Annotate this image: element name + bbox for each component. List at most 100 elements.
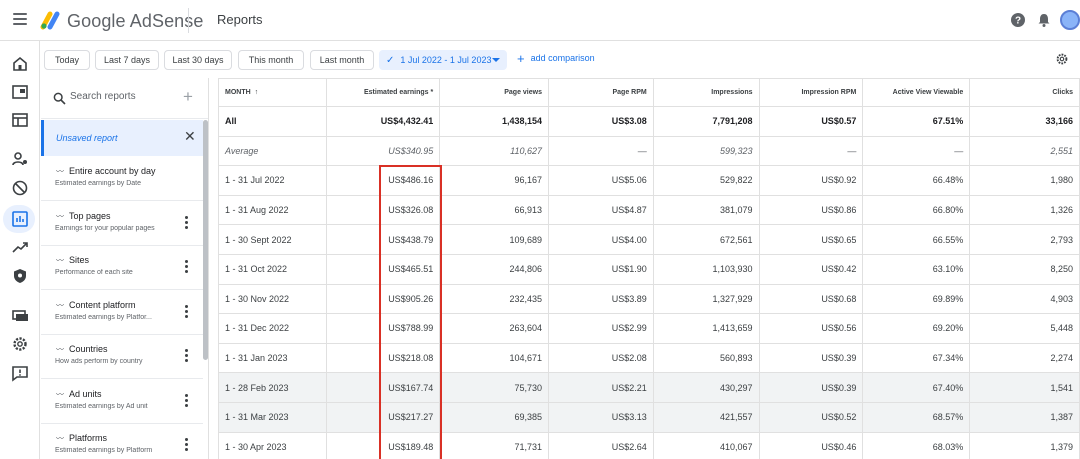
notifications-bell-icon[interactable]: [1036, 12, 1052, 28]
help-icon[interactable]: ?: [1010, 12, 1026, 28]
menu-icon[interactable]: [13, 13, 27, 25]
table-cell: US$189.48: [326, 432, 441, 459]
column-header-impression-rpm[interactable]: Impression RPM: [759, 78, 864, 107]
more-options-icon[interactable]: [185, 349, 189, 363]
table-cell: US$438.79: [326, 224, 441, 255]
report-item-top-pages[interactable]: 〰 Top pages Earnings for your popular pa…: [41, 202, 203, 246]
table-cell: 1 - 31 Mar 2023: [219, 402, 328, 433]
panel-scrollbar[interactable]: [203, 120, 208, 360]
table-cell: US$0.42: [759, 254, 864, 285]
column-header-estimated-earnings[interactable]: Estimated earnings *: [326, 78, 441, 107]
sites-icon[interactable]: [10, 110, 30, 130]
payments-icon[interactable]: [10, 305, 30, 325]
table-cell: 66.55%: [862, 224, 971, 255]
report-item-platforms[interactable]: 〰 Platforms Estimated earnings by Platfo…: [41, 424, 203, 459]
table-row[interactable]: 1 - 30 Apr 2023 US$189.48 71,731 US$2.64 410…: [219, 432, 1080, 459]
report-title: Countries: [69, 344, 108, 354]
add-comparison-label: add comparison: [530, 53, 595, 63]
policy-shield-icon[interactable]: [10, 266, 30, 286]
reports-icon[interactable]: [10, 209, 30, 229]
table-cell: 529,822: [653, 165, 760, 196]
column-header-page-rpm[interactable]: Page RPM: [548, 78, 654, 107]
table-cell: 1,387: [969, 402, 1080, 433]
report-item-countries[interactable]: 〰 Countries How ads perform by country: [41, 335, 203, 379]
report-item-sites[interactable]: 〰 Sites Performance of each site: [41, 246, 203, 290]
chip-this-month[interactable]: This month: [238, 50, 304, 70]
trend-icon: 〰: [56, 434, 64, 443]
table-cell: 4,903: [969, 284, 1080, 315]
trend-icon: 〰: [56, 256, 64, 265]
search-icon: [53, 92, 66, 105]
table-settings-gear-icon[interactable]: [1054, 51, 1070, 67]
table-cell: US$0.39: [759, 343, 864, 374]
report-subtitle: Earnings for your popular pages: [55, 225, 155, 232]
table-cell: 96,167: [439, 165, 549, 196]
table-row[interactable]: 1 - 30 Sept 2022 US$438.79 109,689 US$4.00 6…: [219, 224, 1080, 255]
more-options-icon[interactable]: [185, 305, 189, 319]
report-table-container: MONTH ↑ Estimated earnings * Page views P…: [218, 78, 1080, 459]
report-item-ad-units[interactable]: 〰 Ad units Estimated earnings by Ad unit: [41, 380, 203, 424]
feedback-icon[interactable]: [10, 363, 30, 383]
table-row[interactable]: 1 - 30 Nov 2022 US$905.26 232,435 US$3.89 1,…: [219, 284, 1080, 315]
optimization-trend-icon[interactable]: [10, 237, 30, 257]
table-cell: 68.57%: [862, 402, 971, 433]
trend-icon: 〰: [56, 345, 64, 354]
table-cell: 66.48%: [862, 165, 971, 196]
table-row[interactable]: 1 - 31 Mar 2023 US$217.27 69,385 US$3.13 421…: [219, 402, 1080, 433]
table-cell: US$340.95: [326, 136, 441, 167]
navigation-rail: [0, 41, 40, 459]
column-header-month[interactable]: MONTH ↑: [219, 78, 328, 107]
table-cell: All: [219, 106, 328, 137]
table-row[interactable]: 1 - 31 Jan 2023 US$218.08 104,671 US$2.08 56…: [219, 343, 1080, 374]
table-cell: —: [862, 136, 971, 167]
blocking-controls-icon[interactable]: [10, 178, 30, 198]
table-cell: US$0.46: [759, 432, 864, 459]
unsaved-report-item[interactable]: Unsaved report ✕: [41, 120, 203, 156]
table-header-row: MONTH ↑ Estimated earnings * Page views P…: [219, 78, 1080, 107]
table-cell: —: [759, 136, 864, 167]
report-subtitle: How ads perform by country: [55, 358, 143, 365]
table-row[interactable]: 1 - 31 Dec 2022 US$788.99 263,604 US$2.99 1,…: [219, 313, 1080, 344]
add-comparison-button[interactable]: + add comparison: [517, 52, 595, 65]
table-row[interactable]: 1 - 31 Jul 2022 US$486.16 96,167 US$5.06 529…: [219, 165, 1080, 196]
ads-icon[interactable]: [10, 82, 30, 102]
table-cell: 244,806: [439, 254, 549, 285]
table-cell: 421,557: [653, 402, 760, 433]
table-cell: US$788.99: [326, 313, 441, 344]
report-item-entire-account-by-day[interactable]: 〰 Entire account by day Estimated earnin…: [41, 157, 203, 201]
unsaved-report-label: Unsaved report: [56, 133, 118, 143]
more-options-icon[interactable]: [185, 260, 189, 274]
close-icon[interactable]: ✕: [184, 129, 196, 143]
table-body: All US$4,432.41 1,438,154 US$3.08 7,791,…: [219, 106, 1080, 459]
chip-last-month[interactable]: Last month: [310, 50, 374, 70]
table-row[interactable]: 1 - 28 Feb 2023 US$167.74 75,730 US$2.21 430…: [219, 372, 1080, 403]
table-row[interactable]: 1 - 31 Oct 2022 US$465.51 244,806 US$1.90 1,…: [219, 254, 1080, 285]
chip-last-30-days[interactable]: Last 30 days: [164, 50, 232, 70]
table-cell: US$3.13: [548, 402, 654, 433]
table-cell: 1,326: [969, 195, 1080, 226]
report-subtitle: Estimated earnings by Platfor...: [55, 314, 152, 321]
column-header-page-views[interactable]: Page views: [439, 78, 549, 107]
table-row[interactable]: 1 - 31 Aug 2022 US$326.08 66,913 US$4.87 381…: [219, 195, 1080, 226]
column-header-clicks[interactable]: Clicks: [969, 78, 1080, 107]
more-options-icon[interactable]: [185, 394, 189, 408]
avatar[interactable]: [1060, 10, 1080, 30]
table-row-average: Average US$340.95 110,627 — 599,323 — — …: [219, 136, 1080, 167]
search-reports-input[interactable]: [70, 91, 180, 102]
privacy-messaging-icon[interactable]: [10, 149, 30, 169]
column-header-active-view-viewable[interactable]: Active View Viewable: [862, 78, 971, 107]
page-title: Reports: [217, 12, 263, 27]
more-options-icon[interactable]: [185, 438, 189, 452]
more-options-icon[interactable]: [185, 216, 189, 230]
report-item-content-platform[interactable]: 〰 Content platform Estimated earnings by…: [41, 291, 203, 335]
date-range-selector[interactable]: ✓ 1 Jul 2022 - 1 Jul 2023: [379, 50, 507, 70]
table-cell: 232,435: [439, 284, 549, 315]
chip-today[interactable]: Today: [44, 50, 90, 70]
settings-gear-icon[interactable]: [10, 334, 30, 354]
add-report-button[interactable]: +: [183, 88, 193, 105]
chip-last-7-days[interactable]: Last 7 days: [95, 50, 159, 70]
table-cell: 1,541: [969, 372, 1080, 403]
home-icon[interactable]: [10, 54, 30, 74]
table-cell: US$2.99: [548, 313, 654, 344]
column-header-impressions[interactable]: Impressions: [653, 78, 760, 107]
